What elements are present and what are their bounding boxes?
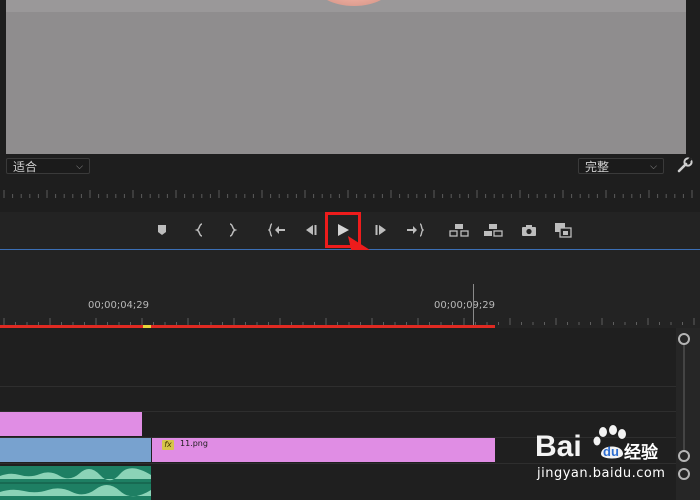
program-monitor-video — [6, 0, 686, 154]
add-marker-icon — [158, 225, 166, 235]
svg-text:Bai: Bai — [535, 430, 582, 463]
zoom-fit-label: 适合 — [13, 160, 38, 174]
zoom-fit-dropdown[interactable]: 适合 ⌵ — [6, 158, 90, 174]
export-frame-button[interactable] — [517, 218, 541, 242]
mark-out-icon — [229, 223, 238, 237]
svg-text:du: du — [603, 444, 619, 459]
playback-resolution-label: 完整 — [585, 160, 610, 174]
extract-button[interactable] — [481, 218, 505, 242]
add-marker-button[interactable] — [150, 218, 174, 242]
wrench-icon[interactable] — [676, 156, 694, 174]
audio-clip[interactable] — [0, 466, 151, 500]
video-clip[interactable] — [0, 438, 151, 462]
audio-waveform — [0, 468, 151, 497]
scroll-handle-top[interactable] — [678, 333, 690, 345]
monitor-time-ruler[interactable] — [0, 184, 700, 200]
mark-out-button[interactable] — [220, 218, 244, 242]
compare-view-icon — [555, 223, 572, 238]
lift-button[interactable] — [447, 218, 471, 242]
playback-resolution-dropdown[interactable]: 完整 ⌵ — [578, 158, 664, 174]
lift-icon — [449, 224, 469, 237]
video-clip[interactable] — [0, 412, 142, 436]
go-to-in-icon — [268, 223, 285, 237]
chevron-down-icon: ⌵ — [76, 162, 83, 172]
compare-view-button[interactable] — [551, 218, 575, 242]
mark-in-icon — [194, 223, 203, 237]
mark-in-button[interactable] — [188, 218, 212, 242]
track-divider — [0, 386, 676, 387]
extract-icon — [484, 224, 503, 237]
timecode-label: 00;00;04;29 — [88, 300, 150, 311]
clip-name-label: 11.png — [180, 439, 208, 448]
export-frame-icon — [522, 224, 536, 236]
step-back-button[interactable] — [299, 218, 323, 242]
watermark-url: jingyan.baidu.com — [537, 466, 666, 481]
step-back-icon — [306, 225, 317, 235]
watermark-experience: 经验 — [624, 443, 658, 463]
timeline-time-ruler[interactable] — [0, 312, 700, 326]
go-to-in-button[interactable] — [265, 218, 289, 242]
fx-badge: fx — [162, 440, 174, 450]
timecode-label: 00;00;09;29 — [434, 300, 496, 311]
baidu-logo: Bai du — [535, 425, 626, 463]
chevron-down-icon: ⌵ — [650, 162, 657, 172]
